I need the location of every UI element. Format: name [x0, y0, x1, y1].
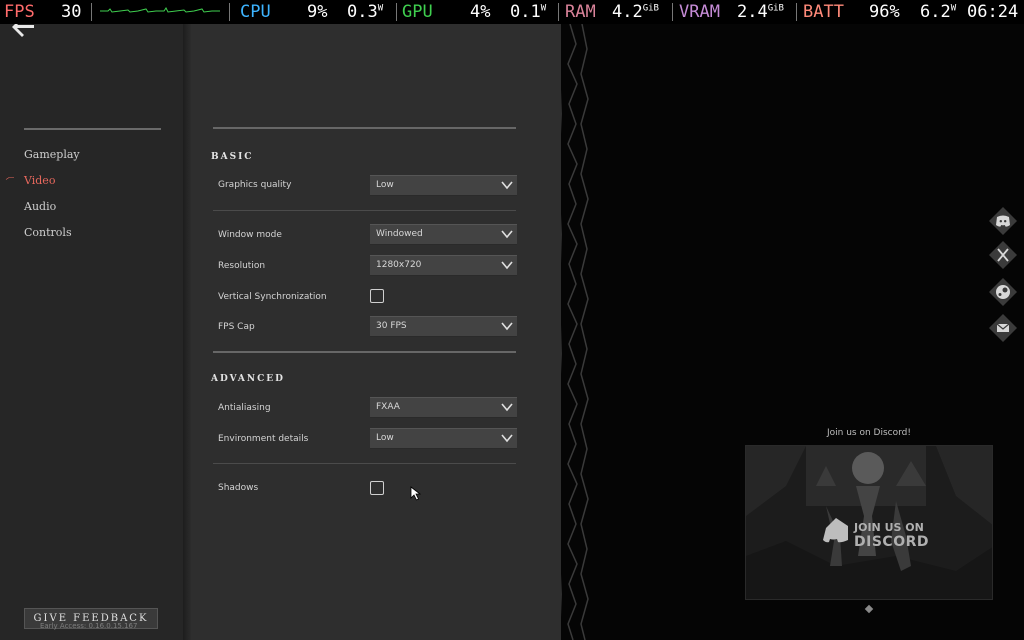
chevron-down-icon — [501, 261, 513, 270]
resolution-label: Resolution — [218, 261, 266, 271]
discord-banner-line2: DISCORD — [854, 534, 929, 550]
frametime-graph — [100, 7, 220, 13]
panel-edge — [183, 24, 191, 640]
chevron-down-icon — [501, 322, 513, 331]
chevron-down-icon — [501, 434, 513, 443]
carousel-indicator[interactable] — [864, 604, 874, 614]
section-title-basic: BASIC — [211, 152, 254, 162]
version-text: Early Access: 0.16.0.15.167 — [40, 622, 138, 630]
steam-icon — [989, 278, 1017, 306]
shadows-checkbox[interactable] — [370, 481, 384, 495]
discord-banner-line1: JOIN US ON — [854, 521, 924, 534]
graphics-quality-select[interactable]: Low — [370, 175, 517, 196]
antialiasing-label: Antialiasing — [218, 403, 271, 413]
nav-divider — [24, 128, 161, 130]
cpu-power: 0.3W — [347, 2, 384, 22]
ram-value: 4.2GiB — [612, 2, 659, 22]
row-divider — [213, 210, 516, 211]
cpu-label: CPU — [240, 2, 271, 22]
nav-item-gameplay[interactable]: Gameplay — [24, 148, 80, 161]
vsync-label: Vertical Synchronization — [218, 292, 327, 302]
top-divider — [213, 127, 516, 129]
antialiasing-value: FXAA — [376, 402, 400, 412]
vram-value: 2.4GiB — [737, 2, 784, 22]
x-icon — [989, 241, 1017, 269]
graphics-quality-value: Low — [376, 180, 394, 190]
chevron-down-icon — [501, 403, 513, 412]
nav-item-controls[interactable]: Controls — [24, 226, 72, 239]
resolution-select[interactable]: 1280x720 — [370, 255, 517, 276]
fps-cap-select[interactable]: 30 FPS — [370, 316, 517, 337]
discord-button[interactable] — [988, 206, 1018, 236]
torn-paper-edge — [556, 24, 589, 640]
gpu-label: GPU — [402, 2, 433, 22]
resolution-value: 1280x720 — [376, 260, 422, 270]
discord-banner[interactable]: JOIN US ON DISCORD — [745, 445, 993, 600]
discord-icon — [989, 207, 1017, 235]
cpu-usage: 9% — [307, 2, 328, 22]
environment-details-select[interactable]: Low — [370, 428, 517, 449]
section-title-advanced: ADVANCED — [211, 374, 285, 384]
active-marker-icon — [5, 177, 14, 180]
nav-item-video[interactable]: Video — [24, 174, 55, 187]
vram-label: VRAM — [679, 2, 720, 22]
discord-banner-text: JOIN US ON DISCORD — [854, 521, 929, 549]
section-divider — [213, 351, 516, 353]
row-divider — [213, 463, 516, 464]
ram-label: RAM — [565, 2, 596, 22]
mail-button[interactable] — [988, 313, 1018, 343]
window-mode-value: Windowed — [376, 229, 423, 239]
gpu-power: 0.1W — [510, 2, 547, 22]
fps-label: FPS — [4, 2, 35, 22]
overlay-divider — [558, 3, 559, 21]
mail-icon — [989, 314, 1017, 342]
nav-item-audio[interactable]: Audio — [24, 200, 56, 213]
vsync-checkbox[interactable] — [370, 289, 384, 303]
overlay-divider — [229, 3, 230, 21]
antialiasing-select[interactable]: FXAA — [370, 397, 517, 418]
shadows-label: Shadows — [218, 483, 259, 493]
fps-value: 30 — [61, 2, 82, 22]
window-mode-label: Window mode — [218, 230, 282, 240]
gpu-usage: 4% — [470, 2, 491, 22]
fps-cap-value: 30 FPS — [376, 321, 407, 331]
overlay-divider — [91, 3, 92, 21]
steam-button[interactable] — [988, 277, 1018, 307]
graphics-quality-label: Graphics quality — [218, 180, 292, 190]
clock: 06:24 — [967, 2, 1019, 22]
performance-overlay: FPS 30 CPU 9% 0.3W GPU 4% 0.1W RAM 4.2Gi… — [0, 0, 1024, 24]
battery-percent: 96% — [869, 2, 900, 22]
chevron-down-icon — [501, 181, 513, 190]
overlay-divider — [672, 3, 673, 21]
environment-details-value: Low — [376, 433, 394, 443]
battery-power: 6.2W — [920, 2, 957, 22]
chevron-down-icon — [501, 230, 513, 239]
battery-label: BATT — [803, 2, 844, 22]
fps-cap-label: FPS Cap — [218, 322, 255, 332]
mouse-cursor-icon — [410, 486, 422, 501]
overlay-divider — [796, 3, 797, 21]
window-mode-select[interactable]: Windowed — [370, 224, 517, 245]
environment-details-label: Environment details — [218, 434, 309, 444]
overlay-divider — [396, 3, 397, 21]
discord-caption: Join us on Discord! — [827, 428, 911, 438]
x-button[interactable] — [988, 240, 1018, 270]
settings-nav-panel — [0, 24, 183, 640]
